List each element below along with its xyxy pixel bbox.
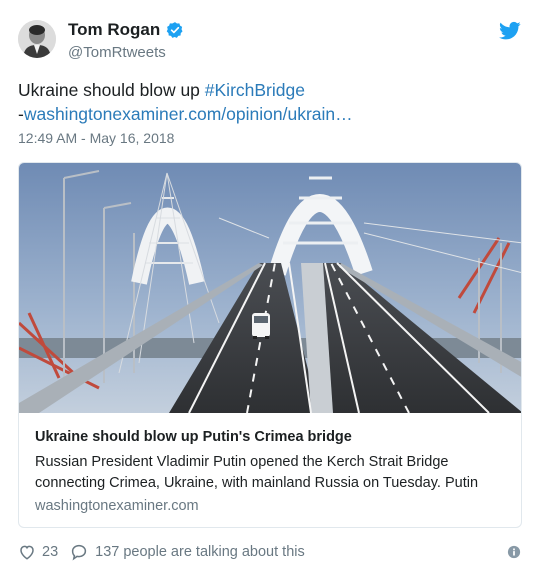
reply-bubble-icon[interactable] [70, 543, 88, 561]
talking-count[interactable]: 137 people are talking about this [95, 544, 305, 560]
info-icon[interactable] [507, 545, 521, 559]
tweet-text-prefix: Ukraine should blow up [18, 80, 205, 100]
author-handle[interactable]: @TomRtweets [68, 44, 166, 61]
tweet-text-line-1: Ukraine should blow up #KirchBridge [18, 78, 518, 102]
card-domain[interactable]: washingtonexaminer.com [35, 498, 199, 514]
link-card[interactable]: Ukraine should blow up Putin's Crimea br… [18, 162, 522, 528]
tweet-timestamp[interactable]: 12:49 AM - May 16, 2018 [18, 130, 174, 146]
tweet-text: Ukraine should blow up #KirchBridge -was… [18, 78, 518, 126]
tweet-text-line-2: -washingtonexaminer.com/opinion/ukrain… [18, 102, 518, 126]
author-name-row[interactable]: Tom Rogan [68, 20, 184, 40]
twitter-bird-icon[interactable] [499, 21, 521, 41]
article-link[interactable]: washingtonexaminer.com/opinion/ukrain… [24, 104, 353, 124]
heart-icon[interactable] [18, 543, 36, 561]
card-description[interactable]: Russian President Vladimir Putin opened … [35, 452, 515, 494]
tweet-actions: 23 137 people are talking about this [18, 543, 305, 561]
author-name[interactable]: Tom Rogan [68, 20, 160, 40]
avatar-image [18, 20, 56, 58]
card-image[interactable] [19, 163, 522, 413]
avatar[interactable] [18, 20, 56, 58]
verified-badge-icon [166, 22, 183, 38]
hashtag-link[interactable]: #KirchBridge [205, 80, 305, 100]
card-title[interactable]: Ukraine should blow up Putin's Crimea br… [35, 429, 352, 445]
like-count[interactable]: 23 [42, 544, 58, 560]
